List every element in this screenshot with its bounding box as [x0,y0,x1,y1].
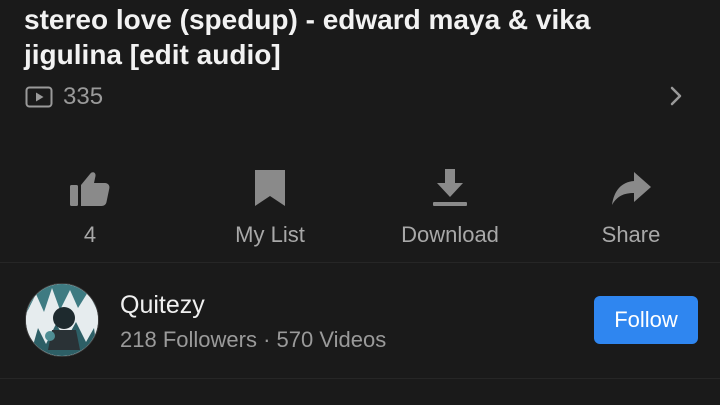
download-button[interactable]: Download [370,160,530,260]
video-title: stereo love (spedup) - edward maya & vik… [24,4,591,70]
share-label: Share [601,222,661,247]
view-stats: 335 [25,83,103,111]
view-count: 335 [63,83,104,110]
download-label: Download [401,222,499,247]
share-icon [612,172,651,205]
thumbs-up-icon [70,172,110,206]
channel-name[interactable]: Quitezy [120,291,205,320]
like-count: 4 [83,222,97,247]
play-count-icon [25,86,53,108]
channel-row: Quitezy 218 Followers · 570 Videos Follo… [0,263,720,378]
avatar[interactable] [25,283,99,357]
divider [0,378,720,379]
channel-stats: 218 Followers · 570 Videos [120,327,387,352]
like-button[interactable]: 4 [10,160,170,260]
my-list-label: My List [235,222,305,247]
bookmark-icon [255,170,285,206]
avatar-image [26,284,98,356]
share-button[interactable]: Share [551,160,711,260]
download-icon [433,169,467,206]
chevron-right-icon[interactable] [664,84,688,108]
action-bar: 4 My List Download Share [0,160,720,260]
my-list-button[interactable]: My List [190,160,350,260]
follow-button[interactable]: Follow [594,296,698,344]
